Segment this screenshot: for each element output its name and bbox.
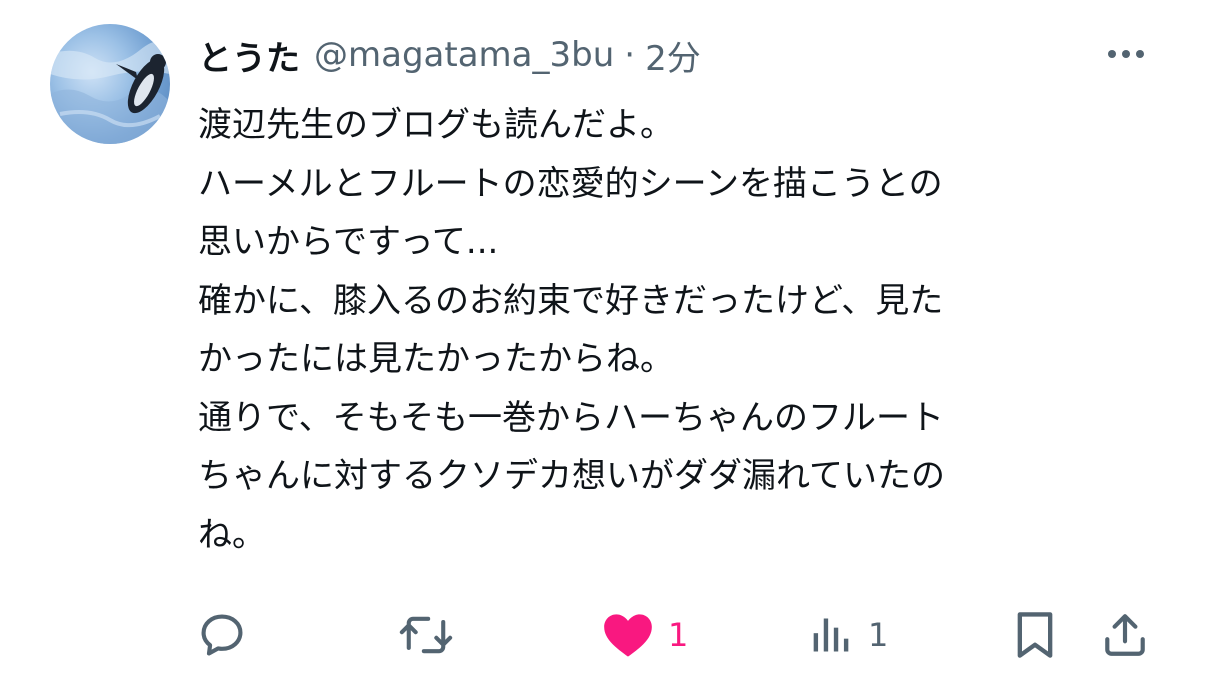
timestamp[interactable]: 2分 [645, 31, 701, 80]
tweet-text-line: 確かに、膝入るのお約束で好きだったけど、見た [198, 280, 944, 321]
views-button[interactable]: 1 [810, 610, 888, 660]
tweet-text: 渡辺先生のブログも読んだよ。 ハーメルとフルートの恋愛的シーンを描こうとの 思い… [198, 96, 1158, 564]
tweet-text-line: ね。 [198, 514, 266, 555]
retweet-icon [399, 616, 453, 654]
tweet-text-line: ハーメルとフルートの恋愛的シーンを描こうとの [198, 163, 943, 204]
separator-dot: · [624, 35, 636, 75]
reply-icon [201, 614, 243, 656]
tweet-text-line: 渡辺先生のブログも読んだよ。 [198, 105, 674, 145]
tweet-text-line: ちゃんに対するクソデカ想いがダダ漏れていたの [198, 456, 945, 496]
tweet-text-line: 通りで、そもそも一巻からハーちゃんのフルート [198, 397, 944, 438]
avatar[interactable] [50, 24, 170, 144]
display-name[interactable]: とうた [198, 31, 300, 80]
action-bar: 1 1 [0, 600, 1206, 670]
like-count: 1 [668, 616, 689, 654]
penguin-photo [50, 41, 170, 144]
views-count: 1 [868, 616, 889, 654]
heart-icon [604, 614, 652, 657]
tweet: とうた @magatama_3bu · 2分 渡辺先生のブログも読んだよ。 ハー… [0, 0, 1206, 688]
tweet-header: とうた @magatama_3bu · 2分 [198, 30, 701, 80]
user-handle[interactable]: @magatama_3bu [314, 35, 614, 75]
views-icon [813, 618, 849, 652]
tweet-text-line: 思いからですって... [198, 222, 499, 262]
bookmark-button[interactable] [1012, 610, 1058, 660]
reply-button[interactable] [196, 610, 262, 660]
share-icon [1105, 614, 1145, 656]
like-button[interactable]: 1 [602, 610, 688, 660]
more-dots-icon[interactable] [1096, 36, 1156, 72]
retweet-button[interactable] [398, 610, 468, 660]
share-button[interactable] [1100, 610, 1150, 660]
tweet-text-line: かったには見たかったからね。 [198, 339, 674, 379]
bookmark-icon [1017, 612, 1053, 658]
